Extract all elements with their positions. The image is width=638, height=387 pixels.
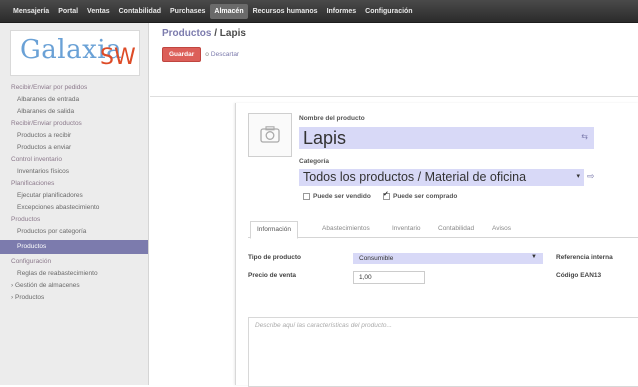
- sidebar-expander-gestion-almacenes[interactable]: › Gestión de almacenes: [0, 280, 148, 292]
- tab-abastecimientos[interactable]: Abastecimientos: [322, 221, 370, 237]
- form-actions: Guardar o Descartar: [162, 47, 239, 62]
- tab-inventario[interactable]: Inventario: [392, 221, 421, 237]
- breadcrumb-current: Lapis: [219, 28, 246, 39]
- company-logo[interactable]: Galaxia SW: [10, 30, 140, 76]
- tab-avisos[interactable]: Avisos: [492, 221, 511, 237]
- breadcrumb-separator: /: [211, 28, 220, 39]
- sidebar-section-planificaciones: Planificaciones: [11, 180, 55, 187]
- internal-ref-label: Referencia interna: [556, 254, 613, 261]
- chevron-right-icon: ›: [11, 282, 14, 289]
- product-name-field[interactable]: Lapis ⇆: [299, 127, 594, 149]
- sidebar-section-control-inventario: Control inventario: [11, 156, 62, 163]
- dropdown-arrow-icon: ▼: [531, 254, 537, 260]
- sidebar-item-inventarios-fisicos[interactable]: Inventarios físicos: [0, 166, 148, 178]
- breadcrumb: Productos / Lapis: [162, 28, 246, 39]
- breadcrumb-parent-link[interactable]: Productos: [162, 28, 211, 39]
- product-name-value: Lapis: [303, 128, 347, 148]
- sidebar-section-pedidos: Recibir/Enviar por pedidos: [11, 84, 88, 91]
- description-textarea[interactable]: Describe aquí las características del pr…: [248, 317, 638, 387]
- sidebar-item-ejecutar-planificadores[interactable]: Ejecutar planificadores: [0, 190, 148, 202]
- camera-icon: [260, 126, 280, 143]
- sidebar-item-excepciones[interactable]: Excepciones abastecimiento: [0, 202, 148, 214]
- sidebar-item-productos-enviar[interactable]: Productos a enviar: [0, 142, 148, 154]
- menu-ventas[interactable]: Ventas: [83, 4, 114, 19]
- checkbox-checked: [383, 190, 390, 200]
- product-image[interactable]: [248, 113, 292, 157]
- form-tabs: Información Abastecimientos Inventario C…: [248, 221, 638, 239]
- can-be-sold-label: Puede ser vendido: [313, 193, 371, 200]
- category-select[interactable]: Todos los productos / Material de oficin…: [299, 169, 584, 186]
- menu-contabilidad[interactable]: Contabilidad: [115, 4, 165, 19]
- header-divider: [150, 96, 638, 97]
- checkbox-unchecked: [303, 193, 310, 200]
- menu-mensajeria[interactable]: Mensajería: [9, 4, 53, 19]
- sidebar-item-albaranes-entrada[interactable]: Albaranes de entrada: [0, 94, 148, 106]
- sidebar-expander-productos[interactable]: › Productos: [0, 292, 148, 304]
- chevron-right-icon: ›: [11, 294, 14, 301]
- category-label: Categoría: [299, 158, 329, 165]
- tab-contabilidad[interactable]: Contabilidad: [438, 221, 474, 237]
- product-name-label: Nombre del producto: [299, 115, 365, 122]
- sidebar-section-productos-envio: Recibir/Enviar productos: [11, 120, 82, 127]
- discard-link[interactable]: Descartar: [211, 51, 239, 58]
- menu-configuracion[interactable]: Configuración: [361, 4, 416, 19]
- sale-price-field[interactable]: 1,00: [353, 271, 425, 284]
- product-form-sheet: Nombre del producto Lapis ⇆ Categoría To…: [235, 103, 638, 387]
- dropdown-arrow-icon: ▾: [576, 173, 580, 180]
- sale-price-value: 1,00: [359, 274, 372, 281]
- translate-icon[interactable]: ⇆: [581, 132, 588, 141]
- sidebar-nav: Recibir/Enviar por pedidos Albaranes de …: [0, 82, 148, 304]
- category-value: Todos los productos / Material de oficin…: [303, 170, 527, 184]
- top-menu-bar: Mensajería Portal Ventas Contabilidad Pu…: [0, 0, 638, 23]
- product-type-label: Tipo de producto: [248, 254, 301, 261]
- sidebar-section-configuracion: Configuración: [11, 258, 52, 265]
- sidebar-item-productos[interactable]: Productos: [0, 240, 148, 254]
- sidebar-item-reglas-reabastecimiento[interactable]: Reglas de reabastecimiento: [0, 268, 148, 280]
- menu-portal[interactable]: Portal: [54, 4, 82, 19]
- product-type-select[interactable]: Consumible ▼: [353, 253, 543, 264]
- sidebar-item-productos-categoria[interactable]: Productos por categoría: [0, 226, 148, 238]
- sidebar-expander-label: Gestión de almacenes: [14, 282, 80, 289]
- menu-purchases[interactable]: Purchases: [166, 4, 209, 19]
- can-be-purchased-label: Puede ser comprado: [393, 193, 458, 200]
- top-menu: Mensajería Portal Ventas Contabilidad Pu…: [9, 0, 418, 22]
- sidebar-item-productos-recibir[interactable]: Productos a recibir: [0, 130, 148, 142]
- sidebar-expander-label: Productos: [14, 294, 45, 301]
- or-text: o: [205, 51, 209, 58]
- sidebar-item-albaranes-salida[interactable]: Albaranes de salida: [0, 106, 148, 118]
- menu-recursos-humanos[interactable]: Recursos humanos: [249, 4, 322, 19]
- ean13-label: Código EAN13: [556, 272, 602, 279]
- menu-almacen[interactable]: Almacén: [210, 3, 248, 19]
- can-be-purchased-checkbox[interactable]: Puede ser comprado: [383, 190, 458, 200]
- menu-informes[interactable]: Informes: [323, 4, 361, 19]
- sidebar: Galaxia SW Recibir/Enviar por pedidos Al…: [0, 23, 149, 385]
- save-button[interactable]: Guardar: [162, 47, 202, 62]
- sale-price-label: Precio de venta: [248, 272, 297, 279]
- logo-word-sw: SW: [100, 45, 136, 70]
- sidebar-section-productos: Productos: [11, 216, 41, 223]
- tab-informacion[interactable]: Información: [250, 221, 298, 239]
- can-be-sold-checkbox[interactable]: Puede ser vendido: [303, 193, 371, 200]
- external-link-icon[interactable]: ⇨: [587, 171, 595, 182]
- product-type-value: Consumible: [359, 255, 394, 262]
- description-placeholder: Describe aquí las características del pr…: [255, 322, 392, 329]
